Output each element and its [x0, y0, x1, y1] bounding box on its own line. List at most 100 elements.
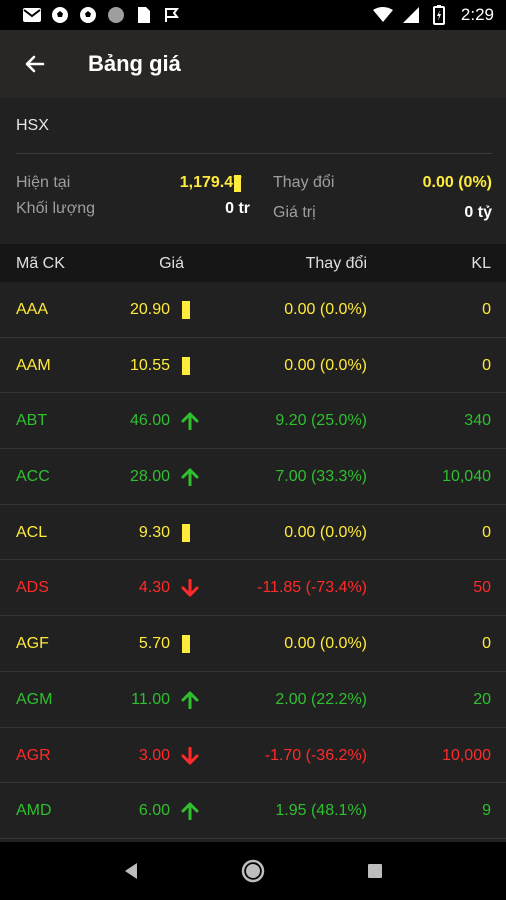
- index-summary: Hiện tại 1,179.47 Thay đổi 0.00 (0%) Khố…: [16, 170, 492, 230]
- back-button[interactable]: [0, 30, 70, 98]
- stock-volume: 10,040: [442, 468, 491, 486]
- nav-recents-button[interactable]: [355, 851, 395, 891]
- arrow-down-icon: [181, 746, 199, 764]
- summary-row-2: Khối lượng 0 tr Giá trị 0 tỷ: [16, 200, 492, 228]
- table-row[interactable]: ADS 4.30 -11.85 (-73.4%) 50: [0, 560, 506, 617]
- stock-change: 0.00 (0.0%): [284, 301, 367, 318]
- current-label: Hiện tại: [16, 174, 71, 191]
- stock-change: 0.00 (0.0%): [284, 356, 367, 374]
- stock-price: 46.00: [129, 412, 170, 430]
- arrow-up-icon: [181, 802, 199, 821]
- signal-icon: [401, 5, 421, 25]
- stock-price: 4.30: [138, 579, 170, 597]
- stock-symbol: ADS: [16, 579, 49, 597]
- notification-icons: [22, 5, 182, 25]
- wifi-icon: [372, 5, 393, 25]
- arrow-up-icon: [181, 468, 199, 487]
- table-row[interactable]: AMD 6.00 1.95 (48.1%) 9: [0, 783, 506, 839]
- table-row[interactable]: AAM 10.55 0.00 (0.0%) 0: [0, 338, 506, 394]
- table-row[interactable]: AAA 20.90 0.00 (0.0%) 0: [0, 282, 506, 338]
- table-row[interactable]: ABT 46.00 9.20 (25.0%) 340: [0, 393, 506, 450]
- header-change[interactable]: Thay đổi: [306, 255, 367, 273]
- table-header: Mã CK Giá Thay đổi KL: [0, 244, 506, 282]
- system-icons: 2:29: [372, 5, 494, 25]
- stock-volume: 0: [482, 635, 491, 653]
- soccer-ball-icon: [78, 5, 98, 25]
- nav-home-button[interactable]: [233, 851, 273, 891]
- reference-indicator-bar: [182, 356, 190, 375]
- arrow-down-icon: [181, 579, 199, 597]
- stock-volume: 50: [473, 579, 491, 597]
- app-bar: Bảng giá: [0, 30, 506, 98]
- stock-volume: 9: [482, 802, 491, 820]
- page-title: Bảng giá: [88, 51, 181, 76]
- header-volume[interactable]: KL: [471, 255, 491, 273]
- stock-price: 3.00: [138, 746, 170, 764]
- change-value: 0.00 (0%): [422, 174, 492, 191]
- arrow-up-icon: [181, 412, 199, 431]
- arrow-back-icon: [25, 55, 45, 73]
- header-price[interactable]: Giá: [159, 255, 184, 273]
- stock-change: 9.20 (25.0%): [275, 412, 367, 430]
- stock-volume: 0: [482, 356, 491, 374]
- stock-price: 9.30: [138, 523, 170, 541]
- table-row[interactable]: AGR 3.00 -1.70 (-36.2%) 10,000: [0, 728, 506, 784]
- stock-symbol: ABT: [16, 412, 48, 430]
- stock-symbol: AAM: [16, 356, 51, 374]
- stock-change: 0.00 (0.0%): [284, 635, 367, 653]
- status-bar: 2:29: [0, 0, 506, 30]
- current-value: 1,179.47: [179, 174, 242, 191]
- stock-change: -11.85 (-73.4%): [257, 579, 367, 597]
- circle-icon: [106, 5, 126, 25]
- stock-price: 10.55: [129, 356, 170, 374]
- stock-price: 6.00: [138, 802, 170, 820]
- stock-change: -1.70 (-36.2%): [264, 746, 367, 764]
- reference-indicator-bar: [182, 523, 190, 542]
- stock-price: 28.00: [129, 468, 170, 486]
- flag-icon: [162, 5, 182, 25]
- stock-change: 2.00 (22.2%): [275, 690, 367, 708]
- sim-card-icon: [134, 5, 154, 25]
- navigation-bar: [0, 842, 506, 900]
- battery-icon: [429, 5, 449, 25]
- recents-square-icon: [368, 864, 382, 878]
- table-row[interactable]: AGM 11.00 2.00 (22.2%) 20: [0, 672, 506, 728]
- exchange-selector[interactable]: HSX: [16, 98, 492, 154]
- stock-volume: 340: [464, 412, 491, 430]
- reference-indicator-bar: [234, 175, 241, 192]
- change-label: Thay đổi: [273, 174, 335, 191]
- stock-volume: 20: [473, 690, 491, 708]
- stock-symbol: AGM: [16, 690, 53, 708]
- stock-change: 7.00 (33.3%): [275, 468, 367, 486]
- clock: 2:29: [460, 5, 494, 24]
- table-row[interactable]: AGF 5.70 0.00 (0.0%) 0: [0, 616, 506, 672]
- stock-volume: 10,000: [442, 746, 491, 764]
- stock-price: 11.00: [131, 690, 170, 708]
- stock-symbol: AAA: [16, 301, 49, 318]
- header-symbol[interactable]: Mã CK: [16, 255, 65, 273]
- stock-symbol: AMD: [16, 802, 52, 820]
- price-table: AAA 20.90 0.00 (0.0%) 0 AAM 10.55 0.00 (0.0%) 0…: [0, 282, 506, 839]
- gmail-icon: [22, 5, 42, 25]
- stock-volume: 0: [482, 301, 491, 318]
- volume-value: 0 tr: [225, 200, 250, 217]
- stock-change: 0.00 (0.0%): [284, 523, 367, 541]
- stock-symbol: ACL: [16, 523, 48, 541]
- back-triangle-icon: [125, 863, 137, 879]
- reference-indicator-bar: [182, 635, 190, 654]
- table-row[interactable]: ACL 9.30 0.00 (0.0%) 0: [0, 505, 506, 561]
- stock-volume: 0: [482, 523, 491, 541]
- exchange-name: HSX: [16, 116, 49, 134]
- nav-back-button[interactable]: [111, 851, 151, 891]
- reference-indicator-bar: [182, 301, 190, 319]
- summary-row-1: Hiện tại 1,179.47 Thay đổi 0.00 (0%): [16, 174, 492, 202]
- soccer-ball-icon: [50, 5, 70, 25]
- value-value: 0 tỷ: [464, 204, 492, 221]
- stock-price: 5.70: [138, 635, 170, 653]
- home-circle-icon: [241, 859, 265, 883]
- stock-symbol: ACC: [16, 468, 50, 486]
- volume-label: Khối lượng: [16, 200, 96, 217]
- stock-price: 20.90: [129, 301, 170, 318]
- stock-change: 1.95 (48.1%): [275, 802, 367, 820]
- table-row[interactable]: ACC 28.00 7.00 (33.3%) 10,040: [0, 449, 506, 505]
